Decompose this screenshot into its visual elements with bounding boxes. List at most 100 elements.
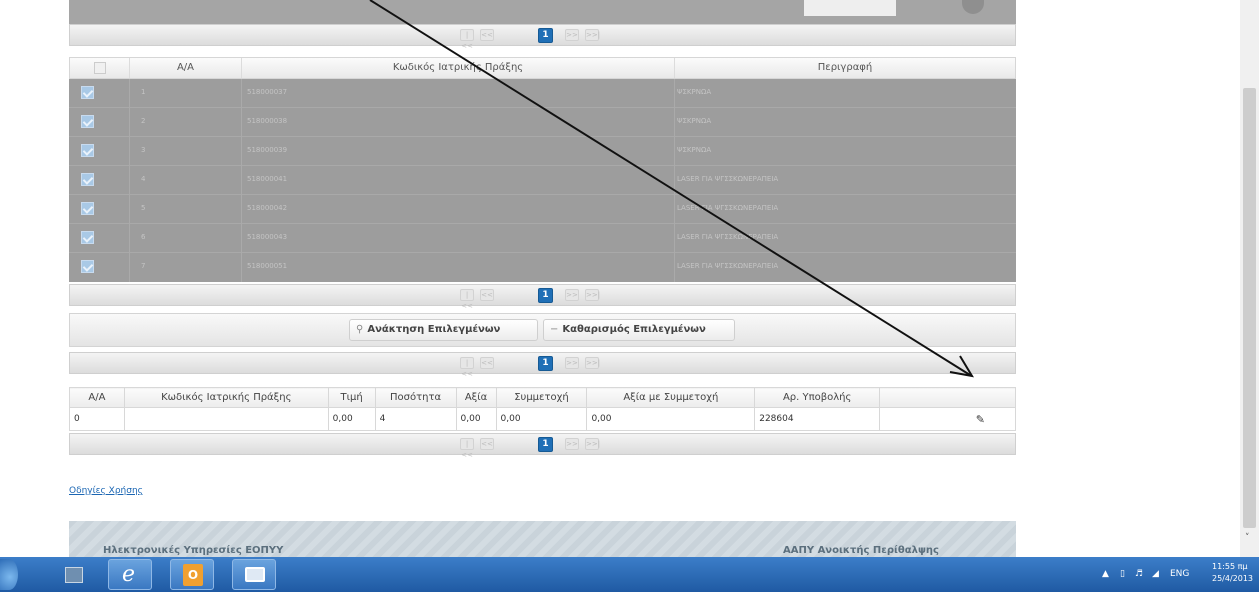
cell-code xyxy=(123,407,329,431)
col-copay-header[interactable]: Συμμετοχή xyxy=(495,387,588,408)
remote-desktop-icon[interactable] xyxy=(232,559,276,590)
row-aa: 5 xyxy=(141,204,146,212)
vertical-scrollbar[interactable]: ˅ xyxy=(1240,0,1259,557)
edit-cell: ✎ xyxy=(879,407,1016,431)
last-page-button[interactable]: >>| xyxy=(585,357,600,369)
col-submission-no-header[interactable]: Αρ. Υποβολής xyxy=(754,387,881,408)
row-checkbox[interactable] xyxy=(81,260,94,273)
cell-copay: 0,00 xyxy=(495,407,588,431)
row-checkbox[interactable] xyxy=(81,115,94,128)
current-page-button[interactable]: 1 xyxy=(538,288,553,303)
tray-device-icon[interactable]: ▯ xyxy=(1120,569,1125,579)
next-page-button[interactable]: >> xyxy=(565,29,579,41)
tray-arrow-icon[interactable]: ▲ xyxy=(1102,569,1109,579)
col-actions-header xyxy=(879,387,1016,408)
clock-date: 25/4/2013 xyxy=(1212,574,1254,583)
row-code: 518000042 xyxy=(247,204,288,212)
last-page-button[interactable]: >>| xyxy=(585,438,600,450)
next-page-button[interactable]: >> xyxy=(565,357,579,369)
scrollbar-thumb[interactable] xyxy=(1243,88,1256,528)
row-code: 518000051 xyxy=(247,262,288,270)
select-all-checkbox[interactable] xyxy=(93,62,106,74)
select-all-header[interactable] xyxy=(70,58,130,78)
row-code: 518000041 xyxy=(247,175,288,183)
top-round-button[interactable] xyxy=(962,0,984,14)
retrieve-selected-button[interactable]: ⚲ Ανάκτηση Επιλεγμένων xyxy=(349,319,538,341)
upper-pager-bottom: |<< << 1 >> >>| xyxy=(69,284,1016,310)
current-page-button[interactable]: 1 xyxy=(538,356,553,371)
col-code-header[interactable]: Κωδικός Ιατρικής Πράξης xyxy=(242,58,675,78)
upper-pager-top: |<< << 1 >> >>| xyxy=(69,24,1016,50)
windows-taskbar: e O ▲ ▯ ♬ ◢ ENG 11:55 πμ 25/4/2013 xyxy=(0,557,1259,592)
row-description: ΨΣΚΡΝΩΑ xyxy=(677,146,712,154)
cell-value: 0,00 xyxy=(455,407,497,431)
last-page-button[interactable]: >>| xyxy=(585,289,600,301)
prev-page-button[interactable]: << xyxy=(480,29,494,41)
footer-right-text: ΑΑΠΥ Ανοικτής Περίθαλψης xyxy=(783,545,939,556)
search-icon: ⚲ xyxy=(356,324,364,335)
row-code: 518000039 xyxy=(247,146,288,154)
upper-table-body: 1 518000037 ΨΣΚΡΝΩΑ 2 518000038 ΨΣΚΡΝΩΑ … xyxy=(69,79,1016,282)
next-page-button[interactable]: >> xyxy=(565,289,579,301)
row-checkbox[interactable] xyxy=(81,86,94,99)
col-price-header[interactable]: Τιμή xyxy=(327,387,376,408)
col-value-header[interactable]: Αξία xyxy=(455,387,497,408)
row-aa: 2 xyxy=(141,117,146,125)
browser-page: |<< << 1 >> >>| Α/Α Κωδικός Ιατρικής Πρά… xyxy=(0,0,1259,592)
first-page-button[interactable]: |<< xyxy=(460,289,474,310)
outlook-icon[interactable]: O xyxy=(170,559,214,590)
language-indicator[interactable]: ENG xyxy=(1170,569,1189,579)
col-quantity-header[interactable]: Ποσότητα xyxy=(374,387,457,408)
edit-pencil-icon[interactable]: ✎ xyxy=(976,413,985,426)
next-page-button[interactable]: >> xyxy=(565,438,579,450)
clear-selected-button[interactable]: − Καθαρισμός Επιλεγμένων xyxy=(543,319,735,341)
table-row[interactable]: 4 518000041 LASER ΓΙΑ ΨΓΣΣΚΩΝΕΡΑΠΕΙΑ xyxy=(69,166,1016,195)
cell-aa: 0 xyxy=(69,407,125,431)
volume-icon[interactable]: ♬ xyxy=(1135,569,1143,579)
table-row[interactable]: 1 518000037 ΨΣΚΡΝΩΑ xyxy=(69,79,1016,108)
row-checkbox[interactable] xyxy=(81,144,94,157)
row-checkbox[interactable] xyxy=(81,202,94,215)
row-aa: 1 xyxy=(141,88,146,96)
signal-icon[interactable]: ◢ xyxy=(1152,569,1159,579)
taskbar-clock[interactable]: 11:55 πμ 25/4/2013 xyxy=(1212,561,1253,585)
last-page-button[interactable]: >>| xyxy=(585,29,600,41)
current-page-button[interactable]: 1 xyxy=(538,28,553,43)
footer-left-text: Ηλεκτρονικές Υπηρεσίες ΕΟΠΥΥ xyxy=(103,545,284,556)
col-value-with-copay-header[interactable]: Αξία με Συμμετοχή xyxy=(586,387,756,408)
top-input-box[interactable] xyxy=(804,0,896,16)
internet-explorer-icon[interactable]: e xyxy=(108,559,152,590)
col-code-header[interactable]: Κωδικός Ιατρικής Πράξης xyxy=(123,387,329,408)
prev-page-button[interactable]: << xyxy=(480,357,494,369)
row-checkbox[interactable] xyxy=(81,231,94,244)
row-aa: 4 xyxy=(141,175,146,183)
table-row[interactable]: 2 518000038 ΨΣΚΡΝΩΑ xyxy=(69,108,1016,137)
row-checkbox[interactable] xyxy=(81,173,94,186)
clear-selected-label: Καθαρισμός Επιλεγμένων xyxy=(562,324,706,335)
col-description-header[interactable]: Περιγραφή xyxy=(675,58,1015,78)
prev-page-button[interactable]: << xyxy=(480,289,494,301)
first-page-button[interactable]: |<< xyxy=(460,357,474,378)
first-page-button[interactable]: |<< xyxy=(460,29,474,50)
row-aa: 7 xyxy=(141,262,146,270)
table-row[interactable]: 0 0,00 4 0,00 0,00 0,00 228604 ✎ xyxy=(69,407,1016,431)
row-description: ΨΣΚΡΝΩΑ xyxy=(677,117,712,125)
row-code: 518000038 xyxy=(247,117,288,125)
col-aa-header[interactable]: Α/Α xyxy=(130,58,242,78)
first-page-button[interactable]: |<< xyxy=(460,438,474,459)
current-page-button[interactable]: 1 xyxy=(538,437,553,452)
col-aa-header[interactable]: Α/Α xyxy=(69,387,125,408)
row-description: LASER ΓΙΑ ΨΓΣΣΚΩΝΕΡΑΠΕΙΑ xyxy=(677,175,779,183)
table-row[interactable]: 3 518000039 ΨΣΚΡΝΩΑ xyxy=(69,137,1016,166)
table-row[interactable]: 5 518000042 LASER ΓΙΑ ΨΓΣΣΚΩΝΕΡΑΠΕΙΑ xyxy=(69,195,1016,224)
row-aa: 3 xyxy=(141,146,146,154)
table-row[interactable]: 6 518000043 LASER ΓΙΑ ΨΓΣΣΚΩΝΕΡΑΠΕΙΑ xyxy=(69,224,1016,253)
start-button-icon[interactable] xyxy=(0,559,18,590)
row-description: LASER ΓΙΑ ΨΓΣΣΚΩΝΕΡΑΠΕΙΑ xyxy=(677,262,779,270)
help-link[interactable]: Οδηγίες Χρήσης xyxy=(69,486,143,496)
scroll-down-icon[interactable]: ˅ xyxy=(1245,533,1250,543)
lower-table: Α/Α Κωδικός Ιατρικής Πράξης Τιμή Ποσότητ… xyxy=(69,387,1016,431)
table-row[interactable]: 7 518000051 LASER ΓΙΑ ΨΓΣΣΚΩΝΕΡΑΠΕΙΑ xyxy=(69,253,1016,282)
prev-page-button[interactable]: << xyxy=(480,438,494,450)
network-app-icon[interactable] xyxy=(60,559,88,590)
